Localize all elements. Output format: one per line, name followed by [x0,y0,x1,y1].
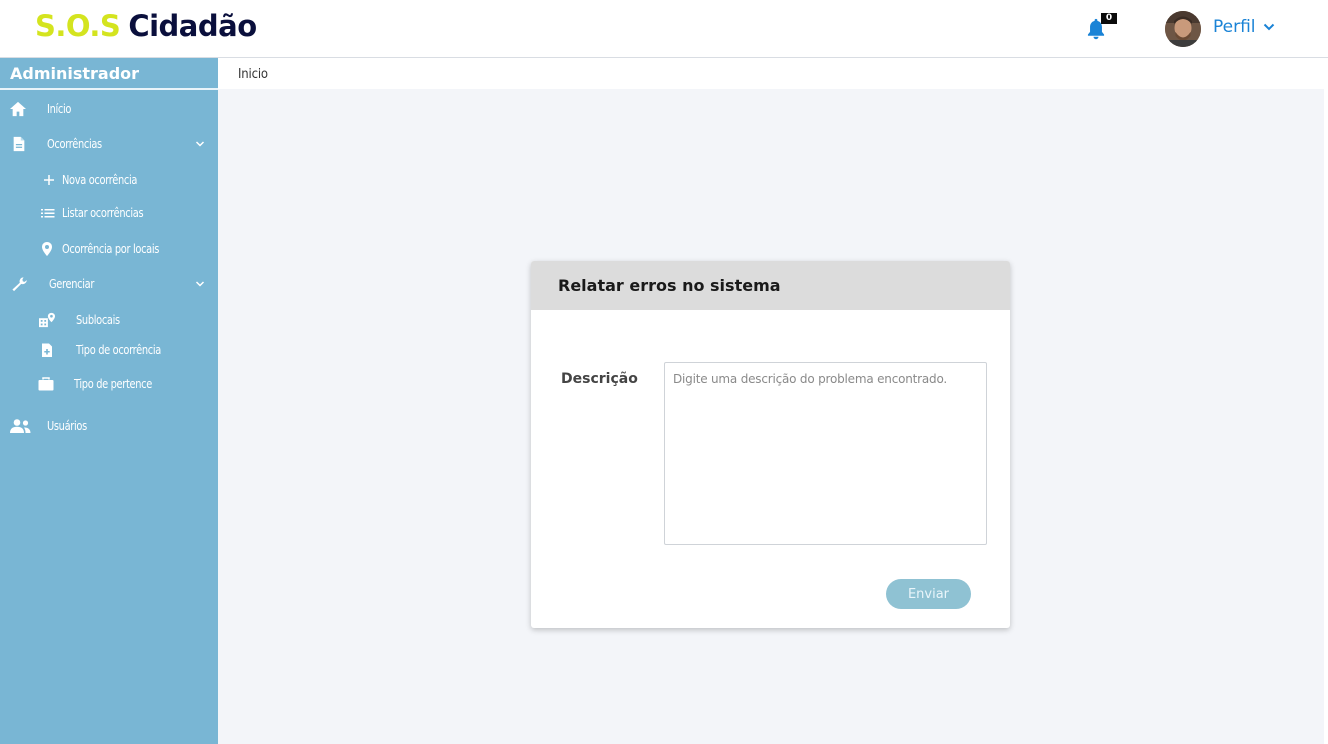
sidebar-item-label: Tipo de pertence [74,377,152,391]
send-button[interactable]: Enviar [886,579,971,609]
list-icon [41,209,55,218]
notification-count-badge: 0 [1101,13,1117,24]
sidebar-item-gerenciar[interactable]: Gerenciar [0,270,218,298]
avatar[interactable] [1165,11,1201,47]
home-icon [10,101,26,117]
wrench-icon [12,277,27,292]
breadcrumb: Inicio [218,58,1324,89]
card-header: Relatar erros no sistema [531,261,1010,310]
profile-label: Perfil [1213,17,1256,37]
chevron-down-icon [195,281,205,287]
page-scrollbar[interactable] [1324,58,1328,744]
map-pin-icon [42,242,52,256]
sidebar-item-label: Ocorrência por locais [62,242,160,256]
breadcrumb-current[interactable]: Inicio [238,67,268,82]
logo-part2: Cidadão [128,9,257,43]
card-title: Relatar erros no sistema [558,276,781,295]
sidebar-item-ocorrencia-por-locais[interactable]: Ocorrência por locais [0,235,218,263]
sidebar: Administrador Início Ocorrências Nova oc… [0,58,218,744]
app-logo[interactable]: S.O.S Cidadão [35,9,257,43]
sidebar-item-ocorrencias[interactable]: Ocorrências [0,130,218,158]
building-pin-icon [39,312,55,328]
sidebar-item-label: Nova ocorrência [62,173,138,187]
sidebar-item-label: Gerenciar [49,277,95,291]
sidebar-item-label: Início [47,102,72,116]
sidebar-item-nova-ocorrencia[interactable]: Nova ocorrência [0,166,218,194]
plus-icon [44,175,54,185]
sidebar-item-inicio[interactable]: Início [0,95,218,123]
sidebar-item-label: Listar ocorrências [62,206,144,220]
chevron-down-icon [195,141,205,147]
sidebar-item-tipo-de-pertence[interactable]: Tipo de pertence [0,370,218,398]
chevron-down-icon [1263,23,1274,31]
sidebar-title: Administrador [10,64,140,83]
file-plus-icon [42,343,52,357]
sidebar-divider [0,88,218,90]
briefcase-icon [38,377,54,391]
sidebar-item-tipo-de-ocorrencia[interactable]: Tipo de ocorrência [0,336,218,364]
description-label: Descrição [561,371,638,387]
sidebar-item-label: Ocorrências [47,137,102,151]
sidebar-item-sublocais[interactable]: Sublocais [0,306,218,334]
logo-part1: S.O.S [35,9,121,43]
sidebar-item-usuarios[interactable]: Usuários [0,412,218,440]
sidebar-item-label: Tipo de ocorrência [76,343,161,357]
description-textarea[interactable] [664,362,987,545]
sidebar-item-label: Sublocais [76,313,120,327]
sidebar-item-listar-ocorrencias[interactable]: Listar ocorrências [0,199,218,227]
top-header: S.O.S Cidadão 0 Perfil [0,0,1328,58]
document-icon [13,136,25,152]
users-icon [10,419,31,433]
report-error-card: Relatar erros no sistema Descrição Envia… [531,261,1010,628]
profile-menu[interactable]: Perfil [1213,17,1275,37]
sidebar-item-label: Usuários [47,419,87,433]
